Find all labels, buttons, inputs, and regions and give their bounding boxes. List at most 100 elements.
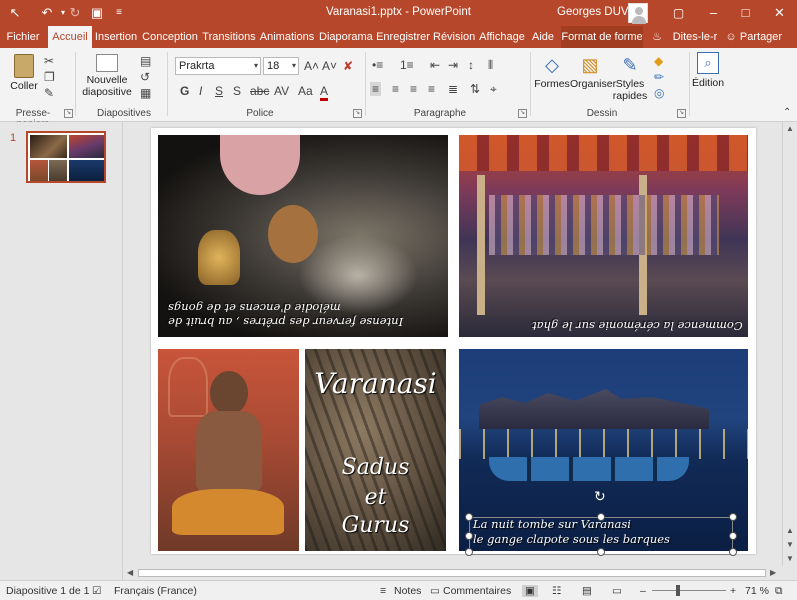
tab-revision[interactable]: Révision — [433, 26, 475, 48]
scroll-left-icon[interactable]: ◀ — [127, 568, 133, 577]
quick-styles-button[interactable]: ✎ Styles rapides — [610, 54, 650, 102]
shrink-font-icon[interactable]: A˅ — [322, 59, 337, 73]
previous-slide-icon[interactable]: ▲ — [786, 526, 794, 535]
tab-conception[interactable]: Conception — [141, 26, 199, 48]
scroll-right-icon[interactable]: ▶ — [770, 568, 776, 577]
reading-view-icon[interactable]: ▤ — [582, 585, 592, 597]
shapes-button[interactable]: ◇ Formes — [534, 54, 570, 90]
resize-handle[interactable] — [465, 513, 473, 521]
strikethrough-icon[interactable]: abc — [250, 84, 269, 98]
bold-icon[interactable]: G — [180, 84, 189, 98]
shape-outline-icon[interactable]: ✏ — [654, 70, 664, 84]
comments-button[interactable]: Commentaires — [443, 585, 511, 597]
tab-diaporama[interactable]: Diaporama — [319, 26, 373, 48]
caption-bottom-right[interactable]: La nuit tombe sur Varanasi le gange clap… — [473, 517, 743, 547]
italic-icon[interactable]: I — [199, 84, 202, 98]
tab-affichage[interactable]: Affichage — [477, 26, 527, 48]
notes-button[interactable]: Notes — [394, 585, 421, 597]
tell-me-search[interactable]: Dites-le-r — [670, 26, 720, 48]
comments-icon[interactable]: ▭ — [430, 585, 440, 597]
resize-handle[interactable] — [729, 532, 737, 540]
slide-sorter-icon[interactable]: ☷ — [552, 585, 561, 597]
tab-transitions[interactable]: Transitions — [202, 26, 256, 48]
tab-enregistrer[interactable]: Enregistrer — [375, 26, 431, 48]
fit-to-window-icon[interactable]: ⧉ — [775, 585, 783, 598]
scroll-up-icon[interactable]: ▲ — [786, 124, 794, 133]
language[interactable]: Français (France) — [114, 585, 197, 597]
zoom-slider[interactable] — [652, 590, 726, 591]
align-right-icon[interactable]: ≡ — [410, 82, 417, 96]
shape-effects-icon[interactable]: ◎ — [654, 86, 664, 100]
tab-accueil[interactable]: Accueil — [48, 26, 92, 48]
photo-sadhu[interactable] — [158, 349, 299, 551]
format-painter-icon[interactable]: ✎ — [44, 86, 54, 100]
distributed-icon[interactable]: ≣ — [448, 82, 458, 96]
columns-icon[interactable]: ⫴ — [488, 58, 493, 72]
underline-icon[interactable]: S — [215, 84, 223, 98]
tab-animations[interactable]: Animations — [259, 26, 315, 48]
next-slide-icon[interactable]: ▼ — [786, 540, 794, 549]
tab-fichier[interactable]: Fichier — [0, 26, 46, 48]
numbering-icon[interactable]: 1≡ — [400, 58, 414, 72]
slide[interactable]: Intense ferveur des prêtres , au bruit d… — [151, 128, 756, 556]
photo-priest-ceremony[interactable]: Intense ferveur des prêtres , au bruit d… — [158, 135, 448, 337]
notes-icon[interactable]: ≡ — [380, 585, 386, 597]
ribbon-display-icon[interactable]: ▢ — [661, 0, 696, 26]
collapse-ribbon-icon[interactable]: ⌃ — [783, 106, 791, 120]
font-size-select[interactable]: 18 ▾ — [263, 57, 299, 75]
line-spacing-icon[interactable]: ↕ — [468, 58, 474, 72]
align-center-icon[interactable]: ≡ — [392, 82, 399, 96]
resize-handle[interactable] — [729, 513, 737, 521]
vertical-scrollbar[interactable]: ▲ ▲ ▼ ▼ — [782, 122, 797, 566]
zoom-level[interactable]: 71 % — [745, 585, 769, 597]
case-icon[interactable]: Aa — [298, 84, 313, 98]
drawing-launcher-icon[interactable]: ↘ — [677, 109, 686, 118]
editing-button[interactable]: ⌕ Édition — [692, 52, 724, 89]
rotate-handle-icon[interactable]: ↻ — [594, 488, 606, 505]
justify-icon[interactable]: ≡ — [428, 82, 435, 96]
horizontal-scrollbar[interactable]: ◀ ▶ — [124, 566, 782, 580]
resize-handle[interactable] — [465, 548, 473, 556]
zoom-in-icon[interactable]: + — [730, 585, 736, 597]
paragraph-launcher-icon[interactable]: ↘ — [518, 109, 527, 118]
paste-button[interactable]: Coller — [8, 54, 40, 92]
photo-tree-roots[interactable]: Varanasi Sadus et Gurus — [305, 349, 446, 551]
new-slide-button[interactable]: Nouvelle diapositive — [80, 54, 134, 98]
tab-aide[interactable]: Aide — [529, 26, 557, 48]
decrease-indent-icon[interactable]: ⇤ — [430, 58, 440, 72]
clipboard-launcher-icon[interactable]: ↘ — [64, 109, 73, 118]
bullets-icon[interactable]: •≡ — [372, 58, 383, 72]
normal-view-icon[interactable]: ▣ — [522, 585, 538, 597]
arrange-button[interactable]: ▧ Organiser — [570, 54, 616, 90]
resize-handle[interactable] — [465, 532, 473, 540]
slide-thumbnail[interactable] — [26, 131, 106, 183]
zoom-slider-thumb[interactable] — [676, 585, 680, 596]
copy-icon[interactable]: ❐ — [44, 70, 55, 84]
resize-handle[interactable] — [729, 548, 737, 556]
photo-ghat-ceremony[interactable]: Commence la cérémonie sur le ghat — [459, 135, 748, 337]
section-icon[interactable]: ▦ — [140, 86, 151, 100]
tab-insertion[interactable]: Insertion — [94, 26, 138, 48]
font-launcher-icon[interactable]: ↘ — [353, 109, 362, 118]
minimize-button[interactable]: – — [696, 0, 731, 26]
clear-format-icon[interactable]: ✘ — [343, 59, 353, 73]
maximize-button[interactable]: □ — [728, 0, 763, 26]
slideshow-view-icon[interactable]: ▭ — [612, 585, 622, 597]
avatar[interactable] — [628, 3, 648, 24]
spacing-icon[interactable]: AV — [274, 84, 289, 98]
reset-icon[interactable]: ↺ — [140, 70, 150, 84]
shadow-icon[interactable]: S — [233, 84, 241, 98]
close-button[interactable]: ✕ — [762, 0, 797, 26]
photo-night-river[interactable]: La nuit tombe sur Varanasi le gange clap… — [459, 349, 748, 551]
shape-fill-icon[interactable]: ◆ — [654, 54, 663, 68]
spellcheck-icon[interactable]: ☑ — [92, 585, 101, 597]
smartart-icon[interactable]: ⌖ — [490, 82, 497, 96]
font-color-icon[interactable]: A — [320, 84, 329, 101]
resize-handle[interactable] — [597, 548, 605, 556]
scrollbar-thumb[interactable] — [138, 569, 766, 577]
resize-handle[interactable] — [597, 513, 605, 521]
scroll-down-icon[interactable]: ▼ — [786, 554, 794, 563]
align-left-icon[interactable]: ≡ — [370, 82, 382, 96]
grow-font-icon[interactable]: A˄ — [304, 59, 319, 73]
layout-icon[interactable]: ▤ — [140, 54, 151, 68]
